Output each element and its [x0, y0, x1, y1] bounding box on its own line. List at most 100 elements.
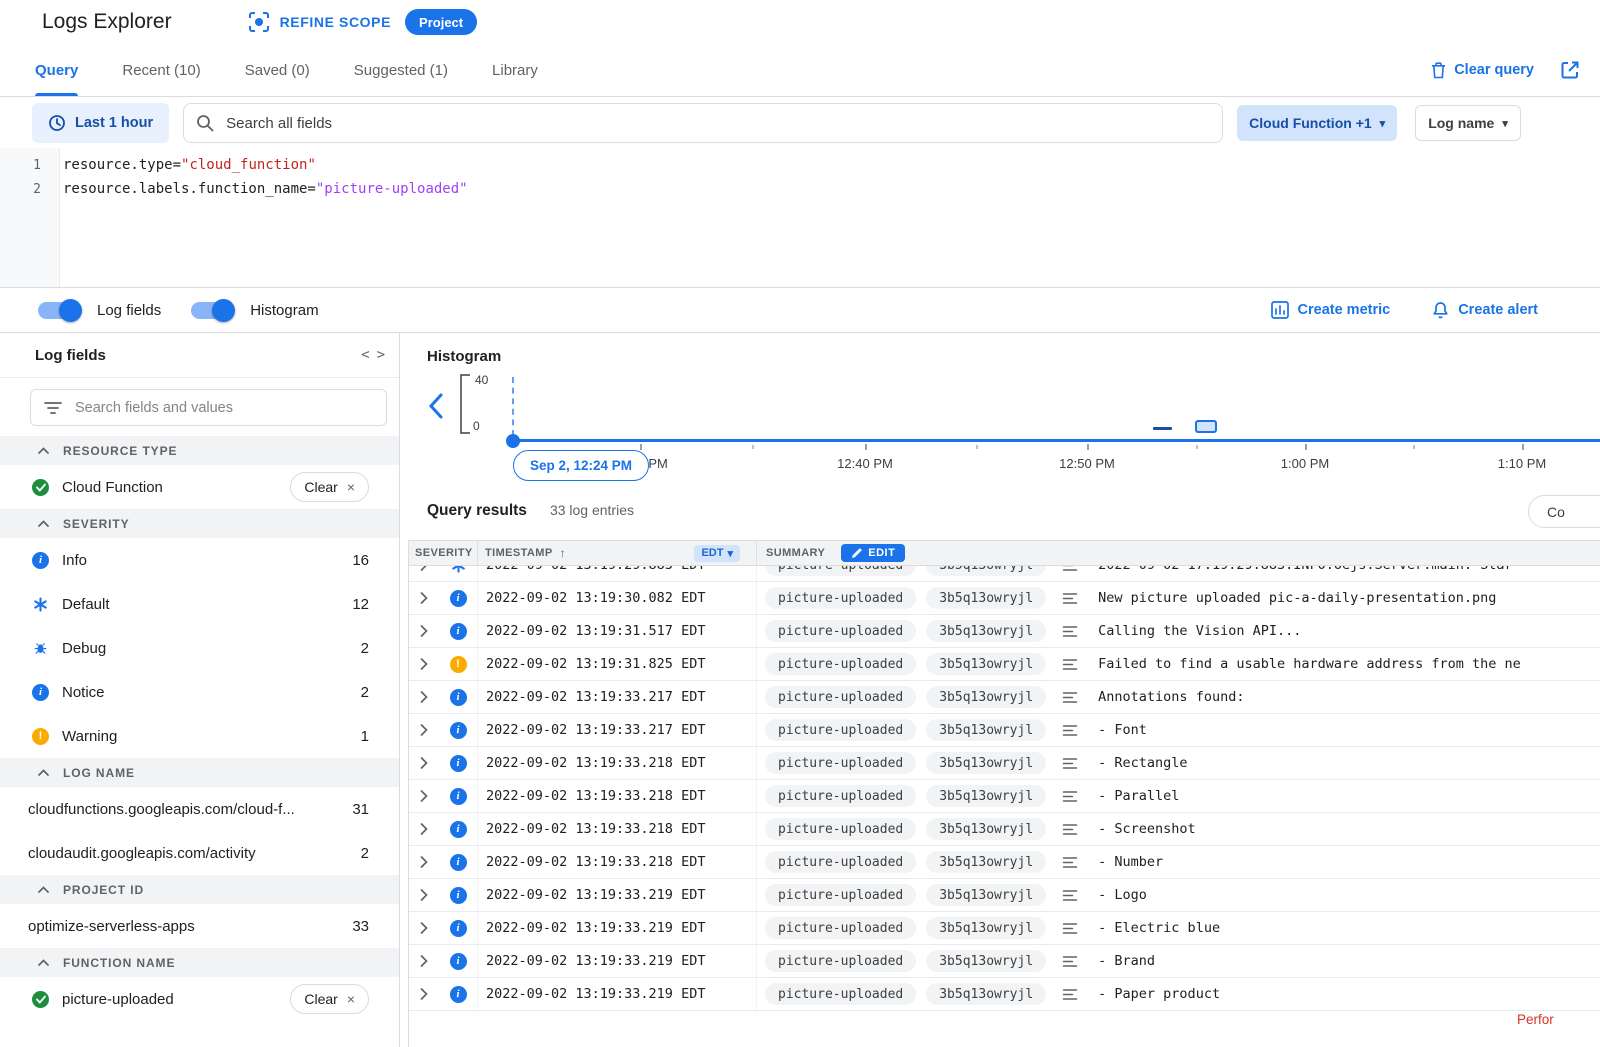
log-name-dropdown[interactable]: Log name ▾	[1415, 105, 1521, 141]
expand-row-icon[interactable]	[409, 856, 439, 868]
section-header-log-name[interactable]: LOG NAME	[0, 758, 399, 787]
log-field-item[interactable]: iInfo16	[0, 538, 399, 582]
log-field-item[interactable]: cloudfunctions.googleapis.com/cloud-f...…	[0, 787, 399, 831]
expand-row-icon[interactable]	[409, 757, 439, 769]
expand-row-icon[interactable]	[409, 955, 439, 967]
scope-badge[interactable]: Project	[405, 9, 477, 35]
function-name-chip[interactable]: picture-uploaded	[765, 983, 916, 1005]
function-name-chip[interactable]: picture-uploaded	[765, 653, 916, 675]
tab-library[interactable]: Library	[492, 44, 538, 96]
histogram-bar[interactable]	[1153, 427, 1172, 430]
create-alert-button[interactable]: Create alert	[1432, 301, 1538, 319]
log-entry-row[interactable]: i2022-09-02 13:19:33.219 EDTpicture-uplo…	[409, 912, 1600, 945]
fold-right-icon[interactable]: >	[377, 347, 385, 363]
clear-filter-button[interactable]: Clear×	[290, 472, 369, 502]
expand-row-icon[interactable]	[409, 691, 439, 703]
function-name-chip[interactable]: picture-uploaded	[765, 566, 916, 576]
log-field-item[interactable]: Debug2	[0, 626, 399, 670]
tab-saved[interactable]: Saved (0)	[245, 44, 310, 96]
expand-row-icon[interactable]	[409, 566, 439, 571]
query-line-2[interactable]: 2 resource.labels.function_name="picture…	[0, 177, 1600, 201]
log-field-item[interactable]: Default12	[0, 582, 399, 626]
resource-filter-dropdown[interactable]: Cloud Function +1 ▾	[1237, 105, 1397, 141]
function-name-chip[interactable]: picture-uploaded	[765, 620, 916, 642]
tab-recent[interactable]: Recent (10)	[122, 44, 200, 96]
execution-id-chip[interactable]: 3b5q13owryjl	[926, 950, 1046, 972]
log-field-item[interactable]: !Warning1	[0, 714, 399, 758]
function-name-chip[interactable]: picture-uploaded	[765, 785, 916, 807]
time-range-button[interactable]: Last 1 hour	[32, 103, 169, 143]
function-name-chip[interactable]: picture-uploaded	[765, 950, 916, 972]
expand-row-icon[interactable]	[409, 988, 439, 1000]
log-field-item[interactable]: optimize-serverless-apps33	[0, 904, 399, 948]
refine-scope-button[interactable]: REFINE SCOPE Project	[248, 9, 478, 35]
timezone-dropdown[interactable]: EDT ▾	[694, 545, 740, 562]
log-entry-row[interactable]: i2022-09-02 13:19:33.218 EDTpicture-uplo…	[409, 846, 1600, 879]
open-in-new-icon[interactable]	[1560, 60, 1580, 80]
timeline-start-handle[interactable]	[506, 434, 520, 448]
function-name-chip[interactable]: picture-uploaded	[765, 884, 916, 906]
log-entry-row[interactable]: i2022-09-02 13:19:33.218 EDTpicture-uplo…	[409, 813, 1600, 846]
log-entry-row[interactable]: !2022-09-02 13:19:31.825 EDTpicture-uplo…	[409, 648, 1600, 681]
function-name-chip[interactable]: picture-uploaded	[765, 752, 916, 774]
log-entry-row[interactable]: i2022-09-02 13:19:33.218 EDTpicture-uplo…	[409, 780, 1600, 813]
expand-row-icon[interactable]	[409, 790, 439, 802]
expand-row-icon[interactable]	[409, 922, 439, 934]
execution-id-chip[interactable]: 3b5q13owryjl	[926, 686, 1046, 708]
panel-fold-control[interactable]: < >	[361, 347, 385, 363]
execution-id-chip[interactable]: 3b5q13owryjl	[926, 587, 1046, 609]
function-name-chip[interactable]: picture-uploaded	[765, 719, 916, 741]
execution-id-chip[interactable]: 3b5q13owryjl	[926, 818, 1046, 840]
edit-summary-button[interactable]: EDIT	[841, 544, 905, 562]
selected-time-pill[interactable]: Sep 2, 12:24 PM	[513, 450, 649, 481]
section-header-severity[interactable]: SEVERITY	[0, 509, 399, 538]
log-entry-row[interactable]: i2022-09-02 13:19:33.217 EDTpicture-uplo…	[409, 714, 1600, 747]
log-entry-row[interactable]: i2022-09-02 13:19:33.219 EDTpicture-uplo…	[409, 945, 1600, 978]
execution-id-chip[interactable]: 3b5q13owryjl	[926, 785, 1046, 807]
execution-id-chip[interactable]: 3b5q13owryjl	[926, 719, 1046, 741]
tab-suggested[interactable]: Suggested (1)	[354, 44, 448, 96]
expand-row-icon[interactable]	[409, 658, 439, 670]
query-line-1[interactable]: 1 resource.type="cloud_function"	[0, 153, 1600, 177]
log-field-item[interactable]: cloudaudit.googleapis.com/activity2	[0, 831, 399, 875]
clear-query-button[interactable]: Clear query	[1431, 62, 1534, 79]
log-entry-row[interactable]: i2022-09-02 13:19:31.517 EDTpicture-uplo…	[409, 615, 1600, 648]
query-editor[interactable]: 1 resource.type="cloud_function" 2 resou…	[0, 148, 1600, 288]
function-name-chip[interactable]: picture-uploaded	[765, 818, 916, 840]
search-all-fields[interactable]	[183, 103, 1223, 143]
fold-left-icon[interactable]: <	[361, 347, 369, 363]
expand-row-icon[interactable]	[409, 724, 439, 736]
section-header-project-id[interactable]: PROJECT ID	[0, 875, 399, 904]
function-name-chip[interactable]: picture-uploaded	[765, 917, 916, 939]
tab-query[interactable]: Query	[35, 44, 78, 96]
execution-id-chip[interactable]: 3b5q13owryjl	[926, 917, 1046, 939]
log-entry-row[interactable]: i2022-09-02 13:19:33.217 EDTpicture-uplo…	[409, 681, 1600, 714]
log-fields-toggle[interactable]	[38, 302, 80, 319]
execution-id-chip[interactable]: 3b5q13owryjl	[926, 752, 1046, 774]
execution-id-chip[interactable]: 3b5q13owryjl	[926, 620, 1046, 642]
histogram-toggle[interactable]	[191, 302, 233, 319]
log-entry-row[interactable]: i2022-09-02 13:19:33.219 EDTpicture-uplo…	[409, 978, 1600, 1011]
log-entry-row[interactable]: 2022-09-02 13:19:29.883 EDTpicture-uploa…	[409, 566, 1600, 582]
log-field-item[interactable]: picture-uploadedClear×	[0, 977, 399, 1021]
section-header-resource-type[interactable]: RESOURCE TYPE	[0, 436, 399, 465]
function-name-chip[interactable]: picture-uploaded	[765, 587, 916, 609]
execution-id-chip[interactable]: 3b5q13owryjl	[926, 851, 1046, 873]
function-name-chip[interactable]: picture-uploaded	[765, 851, 916, 873]
log-entry-row[interactable]: i2022-09-02 13:19:33.219 EDTpicture-uplo…	[409, 879, 1600, 912]
log-field-item[interactable]: iNotice2	[0, 670, 399, 714]
histogram-bar[interactable]	[1195, 420, 1217, 433]
histogram-timeline[interactable]	[513, 439, 1600, 442]
sort-ascending-icon[interactable]: ↑	[560, 546, 566, 560]
log-field-item[interactable]: Cloud FunctionClear×	[0, 465, 399, 509]
execution-id-chip[interactable]: 3b5q13owryjl	[926, 983, 1046, 1005]
search-all-fields-input[interactable]	[226, 115, 1210, 132]
execution-id-chip[interactable]: 3b5q13owryjl	[926, 653, 1046, 675]
clipped-results-button[interactable]: Co	[1528, 495, 1600, 528]
function-name-chip[interactable]: picture-uploaded	[765, 686, 916, 708]
clear-filter-button[interactable]: Clear×	[290, 984, 369, 1014]
expand-row-icon[interactable]	[409, 889, 439, 901]
section-header-function-name[interactable]: FUNCTION NAME	[0, 948, 399, 977]
log-entry-row[interactable]: i2022-09-02 13:19:30.082 EDTpicture-uplo…	[409, 582, 1600, 615]
expand-row-icon[interactable]	[409, 823, 439, 835]
